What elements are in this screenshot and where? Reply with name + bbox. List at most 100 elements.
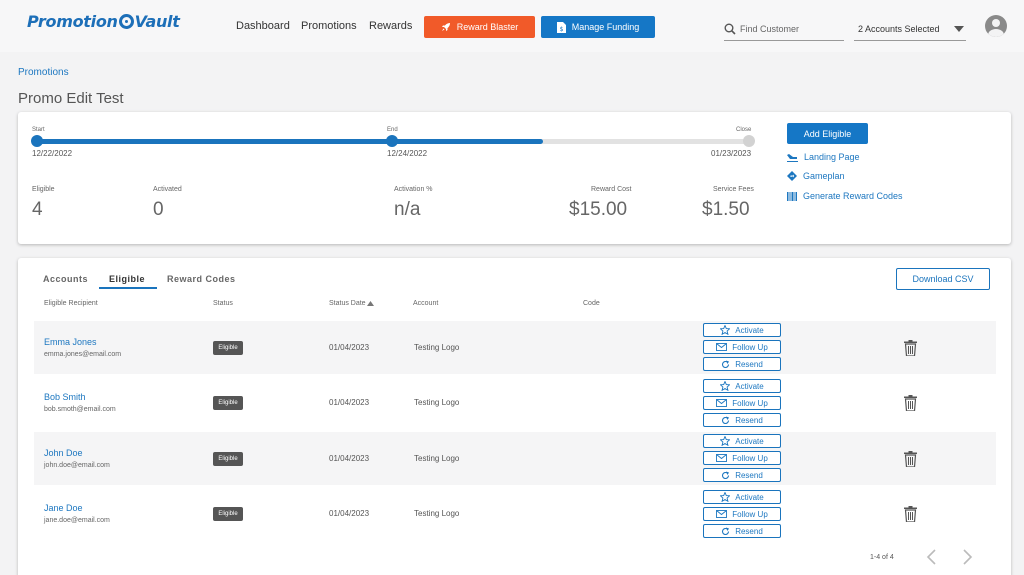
envelope-icon: [716, 343, 728, 351]
activate-label: Activate: [735, 325, 764, 335]
column-header-code: Code: [583, 300, 600, 307]
find-customer-search: [724, 18, 844, 41]
timeline-start-marker: [31, 135, 43, 147]
nav-rewards[interactable]: Rewards: [369, 20, 412, 32]
stat-service-fees-label: Service Fees: [713, 186, 754, 193]
timeline-close-label: Close: [736, 127, 752, 133]
promotion-vault-logo[interactable]: Promotion Vault: [27, 12, 180, 31]
status-badge: Eligible: [213, 341, 243, 355]
activate-label: Activate: [735, 492, 764, 502]
landing-page-link[interactable]: Landing Page: [787, 152, 860, 162]
user-avatar-icon[interactable]: [985, 15, 1007, 37]
column-header-status: Status: [213, 300, 233, 307]
stat-eligible-label: Eligible: [32, 186, 55, 193]
trash-icon[interactable]: [904, 451, 917, 467]
generate-reward-codes-link[interactable]: Generate Reward Codes: [787, 191, 903, 201]
page-title: Promo Edit Test: [18, 90, 124, 107]
nav-promotions[interactable]: Promotions: [301, 20, 357, 32]
recipient-name[interactable]: Emma Jones: [44, 337, 97, 347]
logo-text-vault: Vault: [134, 12, 180, 31]
redo-icon: [722, 360, 730, 368]
stat-activated-value: 0: [153, 199, 164, 220]
table-row: Jane Doe jane.doe@email.com Eligible 01/…: [34, 487, 996, 540]
stat-reward-cost-value: $15.00: [569, 199, 628, 220]
account-name: Testing Logo: [414, 398, 460, 407]
chevron-right-icon[interactable]: [960, 548, 974, 566]
recipient-name[interactable]: John Doe: [44, 448, 83, 458]
accounts-selector[interactable]: 2 Accounts Selected: [854, 18, 966, 41]
tab-reward-codes[interactable]: Reward Codes: [167, 274, 236, 284]
find-customer-input[interactable]: [740, 24, 840, 34]
download-csv-button[interactable]: Download CSV: [896, 268, 990, 290]
recipient-email: jane.doe@email.com: [44, 517, 110, 524]
caret-down-icon: [954, 26, 964, 32]
trash-icon[interactable]: [904, 506, 917, 522]
promo-timeline-progress: [37, 139, 543, 144]
stat-service-fees-value: $1.50: [702, 199, 750, 220]
resend-label: Resend: [735, 359, 763, 369]
reward-blaster-button[interactable]: Reward Blaster: [424, 16, 535, 38]
follow-up-button[interactable]: Follow Up: [703, 396, 781, 410]
nav-dashboard[interactable]: Dashboard: [236, 20, 290, 32]
tab-eligible[interactable]: Eligible: [109, 274, 145, 284]
star-icon: [720, 492, 731, 502]
manage-funding-button[interactable]: $ Manage Funding: [541, 16, 655, 38]
column-header-account: Account: [413, 300, 439, 307]
activate-label: Activate: [735, 381, 764, 391]
follow-up-button[interactable]: Follow Up: [703, 340, 781, 354]
activate-button[interactable]: Activate: [703, 323, 781, 337]
star-icon: [720, 325, 731, 335]
landing-page-label: Landing Page: [804, 152, 860, 162]
envelope-icon: [716, 510, 728, 518]
redo-icon: [722, 527, 730, 535]
generate-reward-codes-label: Generate Reward Codes: [803, 191, 903, 201]
follow-up-label: Follow Up: [732, 453, 768, 463]
table-row: Emma Jones emma.jones@email.com Eligible…: [34, 321, 996, 374]
recipient-name[interactable]: Bob Smith: [44, 392, 86, 402]
star-icon: [720, 381, 731, 391]
follow-up-button[interactable]: Follow Up: [703, 451, 781, 465]
redo-icon: [722, 416, 730, 424]
status-badge: Eligible: [213, 452, 243, 466]
resend-button[interactable]: Resend: [703, 413, 781, 427]
trash-icon[interactable]: [904, 340, 917, 356]
timeline-end-marker: [386, 135, 398, 147]
timeline-close-date: 01/23/2023: [711, 149, 752, 158]
table-row: Bob Smith bob.smoth@email.com Eligible 0…: [34, 376, 996, 429]
column-header-status-date[interactable]: Status Date: [329, 300, 374, 307]
status-date: 01/04/2023: [329, 454, 370, 463]
stat-activation-pct-value: n/a: [394, 199, 421, 220]
chevron-left-icon[interactable]: [925, 548, 939, 566]
resend-button[interactable]: Resend: [703, 468, 781, 482]
breadcrumb-promotions[interactable]: Promotions: [18, 67, 69, 78]
resend-button[interactable]: Resend: [703, 357, 781, 371]
envelope-icon: [716, 454, 728, 462]
resend-button[interactable]: Resend: [703, 524, 781, 538]
logo-target-icon: [118, 14, 134, 29]
status-date-header-label: Status Date: [329, 300, 366, 307]
follow-up-label: Follow Up: [732, 509, 768, 519]
reward-blaster-label: Reward Blaster: [456, 22, 519, 32]
activate-button[interactable]: Activate: [703, 434, 781, 448]
add-eligible-button[interactable]: Add Eligible: [787, 123, 868, 144]
stat-reward-cost-label: Reward Cost: [591, 186, 632, 193]
pagination-status: 1-4 of 4: [870, 554, 894, 561]
status-date: 01/04/2023: [329, 398, 370, 407]
tab-accounts[interactable]: Accounts: [43, 274, 88, 284]
recipient-name[interactable]: Jane Doe: [44, 503, 83, 513]
envelope-icon: [716, 399, 728, 407]
follow-up-label: Follow Up: [732, 342, 768, 352]
promo-summary-card: Start End Close 12/22/2022 12/24/2022 01…: [18, 112, 1011, 244]
gameplan-label: Gameplan: [803, 171, 845, 181]
gameplan-link[interactable]: Gameplan: [787, 171, 845, 181]
stat-activation-pct-label: Activation %: [394, 186, 433, 193]
resend-label: Resend: [735, 470, 763, 480]
activate-button[interactable]: Activate: [703, 379, 781, 393]
activate-button[interactable]: Activate: [703, 490, 781, 504]
account-name: Testing Logo: [414, 454, 460, 463]
resend-label: Resend: [735, 415, 763, 425]
rocket-icon: [441, 23, 450, 31]
trash-icon[interactable]: [904, 395, 917, 411]
manage-funding-label: Manage Funding: [571, 22, 640, 32]
follow-up-button[interactable]: Follow Up: [703, 507, 781, 521]
